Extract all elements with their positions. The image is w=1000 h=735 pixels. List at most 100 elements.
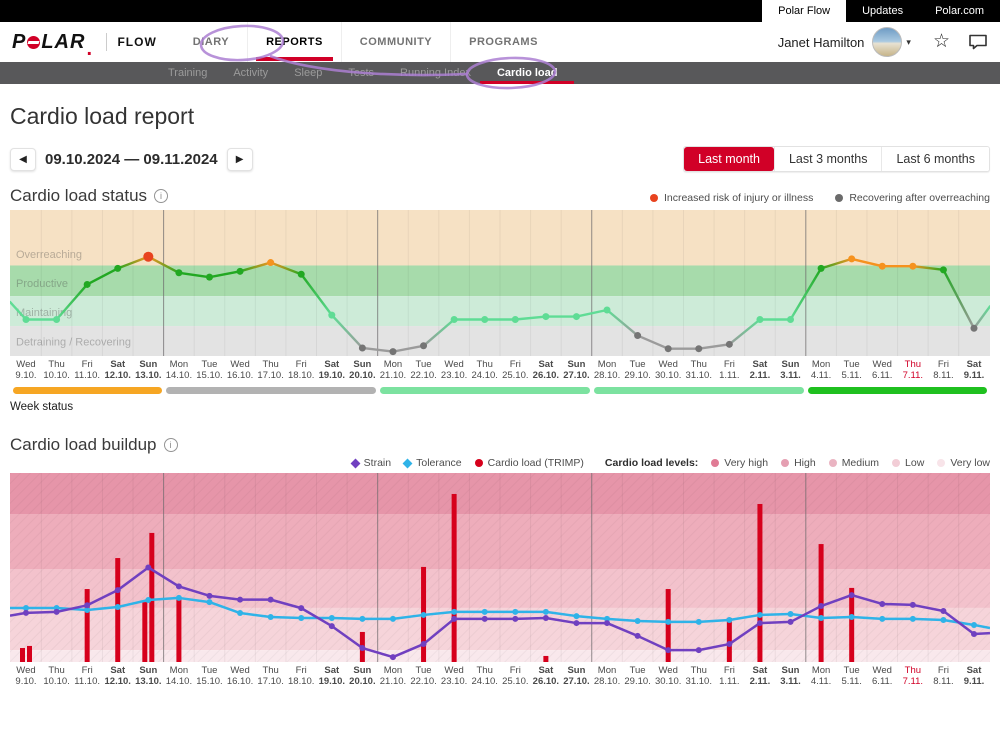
axis-day-label: Thu24.10. <box>469 360 500 381</box>
axis-day-label: Fri8.11. <box>928 666 959 687</box>
status-section-title: Cardio load status i <box>10 186 168 206</box>
tab-updates[interactable]: Updates <box>846 0 919 22</box>
axis-day-label: Mon4.11. <box>806 666 837 687</box>
axis-day-label: Sun3.11. <box>775 666 806 687</box>
cardio-load-levels-label: Cardio load levels: <box>605 457 698 469</box>
user-name[interactable]: Janet Hamilton <box>778 35 865 50</box>
subnav-item-cardio-load[interactable]: Cardio load <box>484 62 571 84</box>
status-chart-svg[interactable]: OverreachingProductiveMaintainingDetrain… <box>10 210 990 356</box>
nav-item-programs[interactable]: PROGRAMS <box>450 22 556 62</box>
polar-logo-o-icon <box>27 36 40 49</box>
avatar[interactable] <box>872 27 902 57</box>
buildup-x-axis: Wed9.10.Thu10.10.Fri11.10.Sat12.10.Sun13… <box>10 664 990 690</box>
axis-day-label: Tue5.11. <box>836 360 867 381</box>
status-legend: Increased risk of injury or illness Reco… <box>650 192 990 206</box>
axis-day-label: Sun20.10. <box>347 666 378 687</box>
buildup-chart[interactable] <box>10 473 990 662</box>
page-content: Cardio load report ◀ 09.10.2024 — 09.11.… <box>0 103 1000 690</box>
date-navigation: ◀ 09.10.2024 — 09.11.2024 ▶ Last month L… <box>10 146 990 172</box>
load-level-legend-item: Low <box>892 457 924 469</box>
subnav-item-activity[interactable]: Activity <box>220 62 281 84</box>
axis-day-label: Fri18.10. <box>286 360 317 381</box>
axis-day-label: Thu7.11. <box>898 666 929 687</box>
axis-day-label: Thu10.10. <box>41 666 72 687</box>
buildup-info-icon[interactable]: i <box>164 438 178 452</box>
axis-day-label: Tue15.10. <box>194 360 225 381</box>
legend-recovering-label: Recovering after overreaching <box>849 192 990 204</box>
axis-day-label: Fri18.10. <box>286 666 317 687</box>
axis-day-label: Thu31.10. <box>683 666 714 687</box>
buildup-section-title: Cardio load buildup i <box>10 435 178 455</box>
legend-risk-label: Increased risk of injury or illness <box>664 192 813 204</box>
buildup-chart-svg[interactable] <box>10 473 990 662</box>
axis-day-label: Mon14.10. <box>164 360 195 381</box>
axis-day-label: Fri8.11. <box>928 360 959 381</box>
logo-text-right: LAR <box>41 31 85 54</box>
tab-polar-flow[interactable]: Polar Flow <box>762 0 846 22</box>
axis-day-label: Sat9.11. <box>959 360 990 381</box>
chevron-down-icon[interactable]: ▾ <box>906 37 911 48</box>
axis-day-label: Tue29.10. <box>622 666 653 687</box>
status-chart[interactable]: OverreachingProductiveMaintainingDetrain… <box>10 210 990 356</box>
buildup-legend: Strain Tolerance Cardio load (TRIMP) Cardio… <box>10 457 990 469</box>
subnav-item-tests[interactable]: Tests <box>335 62 387 84</box>
buildup-legend-item: Strain <box>352 457 391 469</box>
load-level-legend-item: Medium <box>829 457 879 469</box>
tab-polar-com[interactable]: Polar.com <box>919 0 1000 22</box>
subnav-item-training[interactable]: Training <box>155 62 220 84</box>
axis-day-label: Tue22.10. <box>408 360 439 381</box>
range-last-month-button[interactable]: Last month <box>684 147 774 171</box>
subnav-item-sleep[interactable]: Sleep <box>281 62 335 84</box>
axis-day-label: Mon28.10. <box>592 666 623 687</box>
buildup-legend-item: Tolerance <box>404 457 462 469</box>
axis-day-label: Mon4.11. <box>806 360 837 381</box>
range-last-3-months-button[interactable]: Last 3 months <box>774 147 882 171</box>
nav-item-reports[interactable]: REPORTS <box>247 22 341 62</box>
feedback-chat-icon[interactable] <box>968 33 988 51</box>
axis-day-label: Mon28.10. <box>592 360 623 381</box>
logo-divider <box>106 33 107 51</box>
level-dot-icon <box>937 459 945 467</box>
next-period-button[interactable]: ▶ <box>227 148 253 171</box>
axis-day-label: Sun27.10. <box>561 360 592 381</box>
page-title: Cardio load report <box>10 103 990 130</box>
week-status-label: Week status <box>10 401 990 413</box>
axis-day-label: Fri25.10. <box>500 360 531 381</box>
legend-item-recovering: Recovering after overreaching <box>835 192 990 204</box>
week-status-segment <box>166 387 376 394</box>
axis-day-label: Thu31.10. <box>683 360 714 381</box>
axis-day-label: Sat9.11. <box>959 666 990 687</box>
range-last-6-months-button[interactable]: Last 6 months <box>881 147 989 171</box>
nav-item-community[interactable]: COMMUNITY <box>341 22 450 62</box>
logo-text-left: P <box>12 31 26 54</box>
polar-logo[interactable]: PLAR. <box>12 31 94 54</box>
strain-marker-icon <box>350 458 360 468</box>
subnav-item-running-index[interactable]: Running Index <box>387 62 484 84</box>
axis-day-label: Sat2.11. <box>745 360 776 381</box>
load-level-legend-item: Very low <box>937 457 990 469</box>
favorites-star-icon[interactable]: ☆ <box>933 32 950 52</box>
week-status-segment <box>808 387 987 394</box>
axis-day-label: Sat19.10. <box>317 360 348 381</box>
nav-item-diary[interactable]: DIARY <box>175 22 247 62</box>
axis-day-label: Wed9.10. <box>11 666 42 687</box>
axis-day-label: Thu17.10. <box>255 666 286 687</box>
reports-subnav: Training Activity Sleep Tests Running In… <box>0 62 1000 84</box>
status-x-axis: Wed9.10.Thu10.10.Fri11.10.Sat12.10.Sun13… <box>10 358 990 384</box>
risk-dot-icon <box>650 194 658 202</box>
date-range-label: 09.10.2024 — 09.11.2024 <box>45 151 218 168</box>
axis-day-label: Sun20.10. <box>347 360 378 381</box>
prev-period-button[interactable]: ◀ <box>10 148 36 171</box>
week-status-segment <box>380 387 590 394</box>
svg-text:Overreaching: Overreaching <box>16 249 82 261</box>
buildup-legend-item: Cardio load (TRIMP) <box>475 457 584 469</box>
axis-day-label: Tue15.10. <box>194 666 225 687</box>
axis-day-label: Mon21.10. <box>378 360 409 381</box>
level-dot-icon <box>711 459 719 467</box>
range-button-group: Last month Last 3 months Last 6 months <box>683 146 990 172</box>
axis-day-label: Fri11.10. <box>72 360 103 381</box>
buildup-section-header: Cardio load buildup i <box>10 435 990 455</box>
level-dot-icon <box>781 459 789 467</box>
axis-day-label: Sun27.10. <box>561 666 592 687</box>
status-info-icon[interactable]: i <box>154 189 168 203</box>
